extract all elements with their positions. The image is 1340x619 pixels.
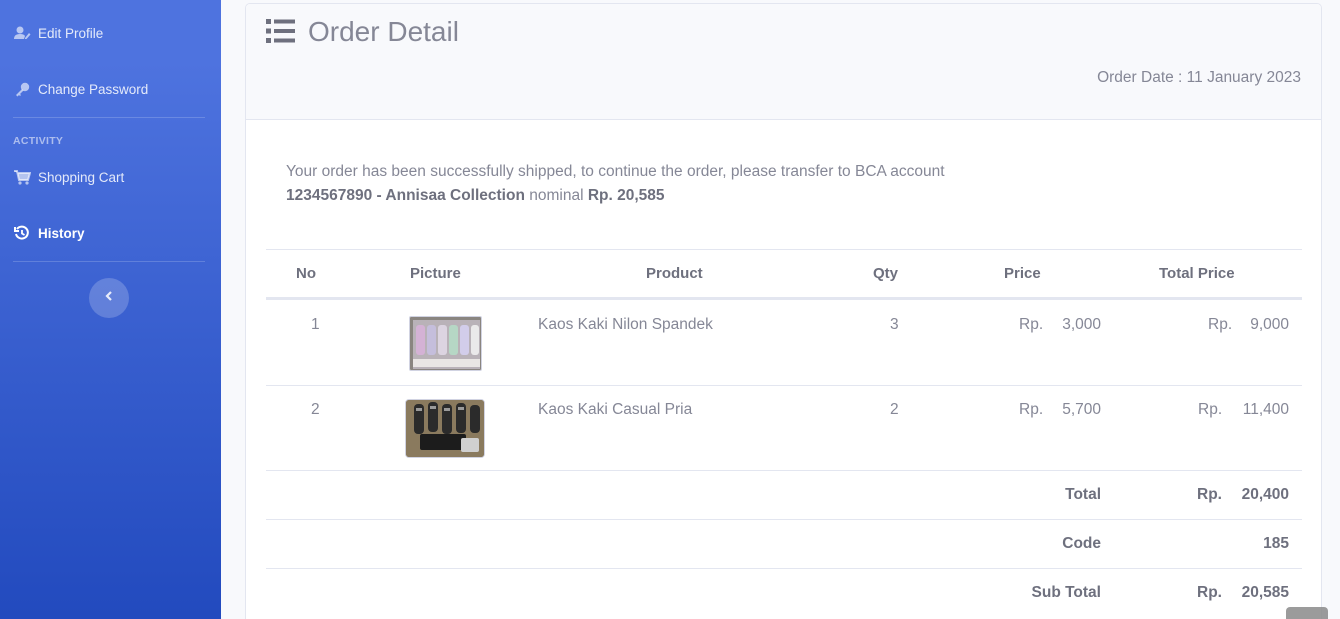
cell-qty: 2 [890, 401, 899, 418]
row-divider [266, 568, 1302, 569]
code-value: 185 [1263, 535, 1289, 552]
sidebar-divider [13, 261, 205, 262]
sidebar-item-edit-profile[interactable]: Edit Profile [0, 13, 221, 53]
column-header-price: Price [1004, 265, 1041, 282]
column-header-total-price: Total Price [1159, 265, 1235, 282]
list-icon [266, 18, 296, 49]
history-icon [13, 225, 31, 241]
order-date-label: Order Date : [1097, 69, 1187, 86]
sidebar-item-history[interactable]: History [0, 213, 221, 253]
sidebar-item-label: Shopping Cart [38, 169, 125, 185]
cell-price-currency: Rp. [1019, 316, 1044, 333]
subtotal-value: 20,585 [1241, 584, 1289, 601]
cart-icon [13, 169, 31, 185]
key-icon [13, 81, 31, 97]
order-detail-card: Order Detail Order Date : 11 January 202… [245, 3, 1322, 619]
cell-no: 1 [311, 316, 320, 333]
order-date-value: 11 January 2023 [1186, 69, 1301, 86]
cell-price-currency: Rp. [1019, 401, 1044, 418]
row-divider [266, 385, 1302, 386]
total-currency: Rp. [1197, 486, 1222, 503]
order-date: Order Date : 11 January 2023 [1097, 69, 1301, 87]
subtotal-currency: Rp. [1197, 584, 1222, 601]
page-title: Order Detail [308, 16, 459, 47]
cell-price: 3,000 [1062, 316, 1101, 333]
sidebar-item-label: Change Password [38, 81, 149, 97]
total-label: Total [1065, 486, 1101, 503]
subtotal-label: Sub Total [1031, 584, 1101, 601]
product-image [409, 316, 482, 371]
cell-product: Kaos Kaki Casual Pria [538, 401, 693, 418]
sidebar-item-change-password[interactable]: Change Password [0, 69, 221, 109]
sidebar-heading: ACTIVITY [13, 135, 64, 147]
scroll-to-top-button[interactable] [1286, 607, 1328, 619]
sidebar-item-shopping-cart[interactable]: Shopping Cart [0, 157, 221, 197]
card-header: Order Detail Order Date : 11 January 202… [246, 4, 1321, 120]
row-divider [266, 470, 1302, 471]
table-top-border [266, 249, 1302, 250]
cell-total-currency: Rp. [1198, 401, 1223, 418]
user-edit-icon [13, 25, 31, 41]
cell-product: Kaos Kaki Nilon Spandek [538, 316, 713, 333]
table-header-border [266, 297, 1302, 300]
sidebar-divider [13, 117, 205, 118]
notice-nominal: Rp. 20,585 [587, 187, 665, 204]
sidebar-toggle-button[interactable] [89, 278, 129, 318]
total-value: 20,400 [1241, 486, 1289, 503]
sidebar-item-label: Edit Profile [38, 25, 104, 41]
product-image [405, 399, 485, 458]
column-header-picture: Picture [410, 265, 461, 282]
column-header-qty: Qty [873, 265, 899, 282]
notice-text: Your order has been successfully shipped… [286, 163, 945, 180]
row-divider [266, 519, 1302, 520]
cell-total: 11,400 [1242, 401, 1289, 418]
cell-no: 2 [311, 401, 320, 418]
sidebar-item-label: History [38, 225, 85, 241]
cell-total: 9,000 [1250, 316, 1289, 333]
chevron-left-icon [104, 289, 114, 307]
notice-nominal-label: nominal [529, 187, 584, 204]
column-header-product: Product [646, 265, 703, 282]
payment-notice: Your order has been successfully shipped… [286, 160, 1186, 208]
cell-price: 5,700 [1062, 401, 1101, 418]
cell-qty: 3 [890, 316, 899, 333]
cell-total-currency: Rp. [1208, 316, 1233, 333]
column-header-no: No [296, 265, 316, 282]
sidebar: Edit Profile Change Password ACTIVITY Sh… [0, 0, 221, 619]
notice-account: 1234567890 - Annisaa Collection [286, 187, 525, 204]
code-label: Code [1062, 535, 1101, 552]
